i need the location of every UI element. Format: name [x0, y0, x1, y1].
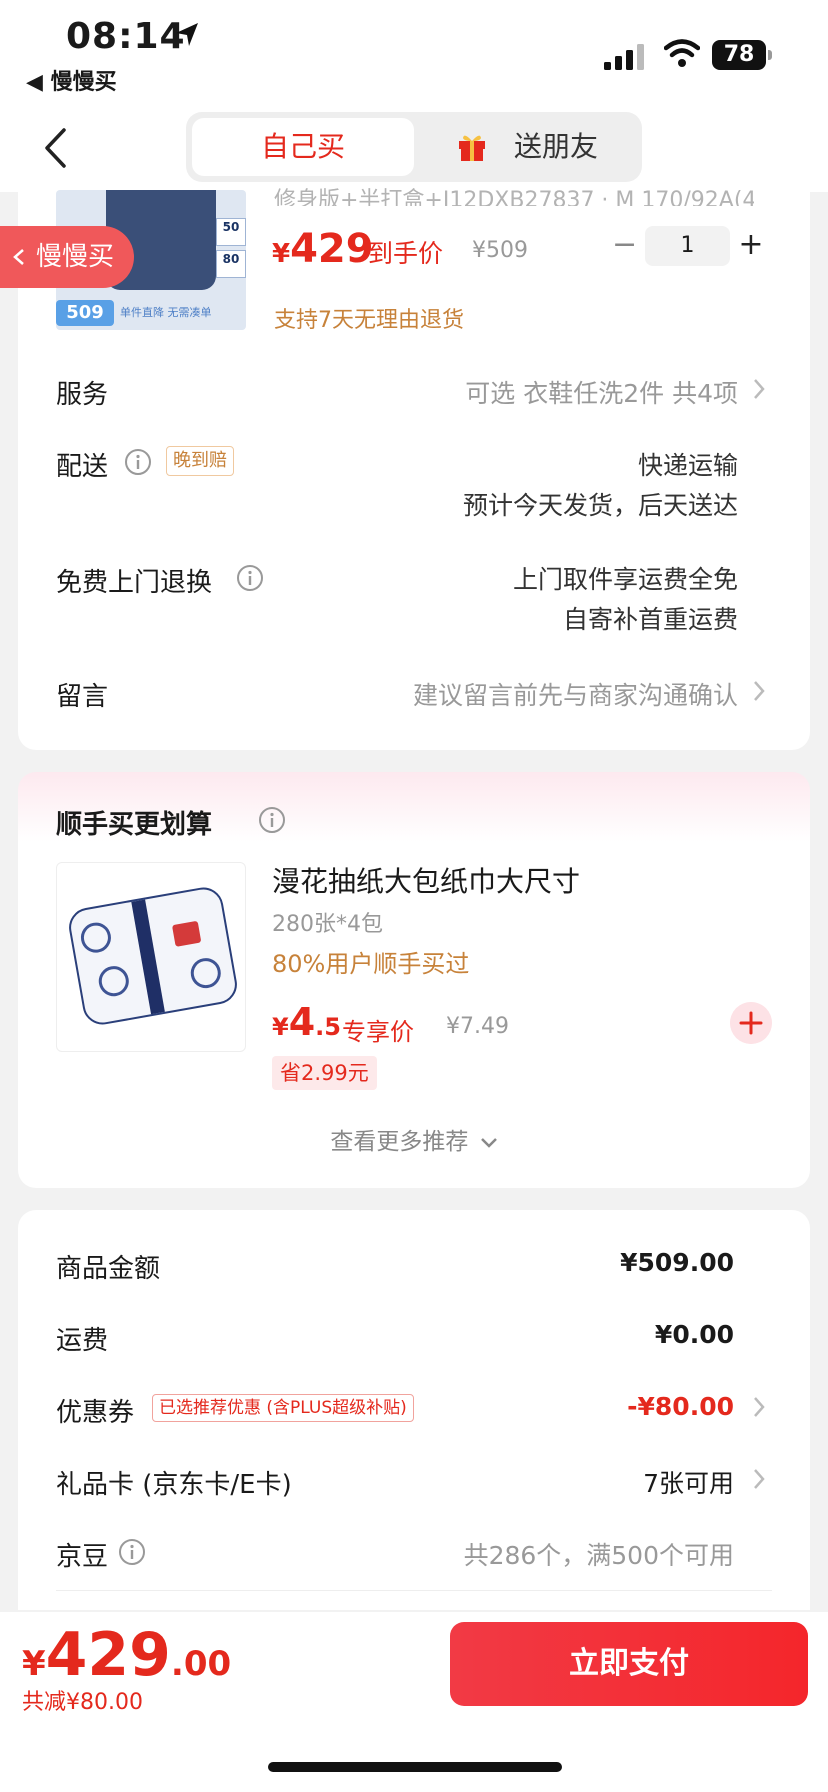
quantity-input[interactable]: 1	[645, 226, 730, 266]
jingdou-value: 共286个，满500个可用	[463, 1541, 734, 1570]
addon-title: 顺手买更划算	[56, 810, 213, 840]
gift-box-icon	[459, 135, 485, 161]
addon-bought-stat: 80%用户顺手买过	[272, 950, 470, 978]
late-compensation-tag: 晚到赔	[166, 446, 234, 476]
quantity-decrease-button[interactable]: −	[612, 230, 637, 260]
status-time: 08:14	[66, 16, 186, 57]
tab-gift-to-friend[interactable]: 送朋友	[422, 118, 636, 176]
service-value[interactable]: 可选 衣鞋任洗2件 共4项	[465, 374, 738, 410]
product-spec: 修身版+半打盒+J12DXB27837 · M 170/92A(48)	[274, 188, 754, 206]
info-icon[interactable]	[124, 448, 152, 476]
chevron-left-icon	[13, 249, 24, 265]
delivery-method: 快递运输	[637, 451, 738, 480]
see-more-recommendations[interactable]: 查看更多推荐	[0, 1122, 828, 1156]
chevron-right-icon	[754, 379, 765, 399]
see-more-label: 查看更多推荐	[330, 1129, 469, 1155]
purchase-mode-toggle: 自己买 送朋友	[186, 112, 642, 182]
pay-now-button[interactable]: 立即支付	[450, 1622, 808, 1706]
image-price-badge: 509	[56, 300, 114, 326]
goods-amount-label: 商品金额	[56, 1254, 161, 1284]
addon-price-label: 专享价	[342, 1018, 414, 1046]
addon-product-image[interactable]	[56, 862, 246, 1052]
info-icon[interactable]	[258, 806, 286, 834]
chevron-right-icon	[754, 1469, 765, 1489]
tab-gift-label: 送朋友	[514, 130, 599, 163]
message-input[interactable]: 建议留言前先与商家沟通确认	[413, 676, 738, 712]
coupon-applied-tag: 已选推荐优惠 (含PLUS超级补贴)	[152, 1394, 414, 1422]
back-chevron-icon[interactable]	[42, 126, 68, 170]
price-label: 到手价	[368, 239, 444, 268]
info-icon[interactable]	[236, 564, 264, 592]
coupon-value[interactable]: -¥80.00	[627, 1392, 734, 1421]
return-policy: 支持7天无理由退货	[274, 308, 464, 333]
floating-button-label: 慢慢买	[36, 242, 115, 272]
chevron-down-icon	[480, 1137, 497, 1148]
addon-product-name[interactable]: 漫花抽纸大包纸巾大尺寸	[272, 860, 580, 900]
addon-price: ¥4.5	[272, 1000, 341, 1044]
image-promo-tag: 单件直降 无需凑单	[120, 306, 212, 319]
free-return-value-2: 自寄补首重运费	[562, 605, 738, 634]
info-icon[interactable]	[118, 1538, 146, 1566]
battery-icon: 78	[712, 40, 772, 70]
coupon-badge-50: 50	[216, 218, 246, 246]
cellular-signal-icon	[604, 44, 644, 70]
divider	[56, 1590, 772, 1591]
tab-buy-for-self[interactable]: 自己买	[192, 118, 414, 176]
nav-bar: 自己买 送朋友	[0, 100, 828, 192]
addon-product-spec: 280张*4包	[272, 912, 383, 937]
total-price: ¥429.00	[22, 1620, 232, 1690]
product-price: ¥429	[272, 226, 374, 272]
chevron-right-icon	[754, 681, 765, 701]
coupon-label: 优惠券	[56, 1398, 135, 1428]
manmanmai-floating-button[interactable]: 慢慢买	[0, 226, 134, 288]
chevron-right-icon	[754, 1397, 765, 1417]
battery-level: 78	[712, 40, 766, 70]
gift-card-label: 礼品卡 (京东卡/E卡)	[56, 1470, 292, 1500]
addon-savings-badge: 省2.99元	[272, 1056, 377, 1090]
message-label: 留言	[56, 682, 109, 712]
quantity-increase-button[interactable]: +	[738, 228, 764, 262]
goods-amount-value: ¥509.00	[620, 1248, 734, 1277]
jingdou-label: 京豆	[56, 1542, 109, 1572]
back-to-app-link[interactable]: ◀ 慢慢买	[26, 64, 117, 96]
home-indicator[interactable]	[268, 1762, 562, 1772]
location-arrow-icon	[176, 23, 198, 46]
total-discount: 共减¥80.00	[22, 1690, 143, 1715]
addon-original-price: ¥7.49	[446, 1014, 509, 1039]
coupon-badge-80: 80	[216, 250, 246, 278]
wifi-icon	[664, 39, 700, 67]
service-label: 服务	[56, 380, 109, 410]
shipping-label: 运费	[56, 1326, 109, 1356]
gift-card-value[interactable]: 7张可用	[643, 1464, 734, 1500]
delivery-estimate: 预计今天发货，后天送达	[462, 491, 738, 520]
free-return-value-1: 上门取件享运费全免	[512, 565, 738, 594]
add-addon-button[interactable]	[730, 1002, 772, 1044]
original-price: ¥509	[472, 238, 528, 263]
shipping-value: ¥0.00	[654, 1320, 734, 1349]
free-return-label: 免费上门退换	[56, 568, 213, 598]
delivery-label: 配送	[56, 452, 109, 482]
